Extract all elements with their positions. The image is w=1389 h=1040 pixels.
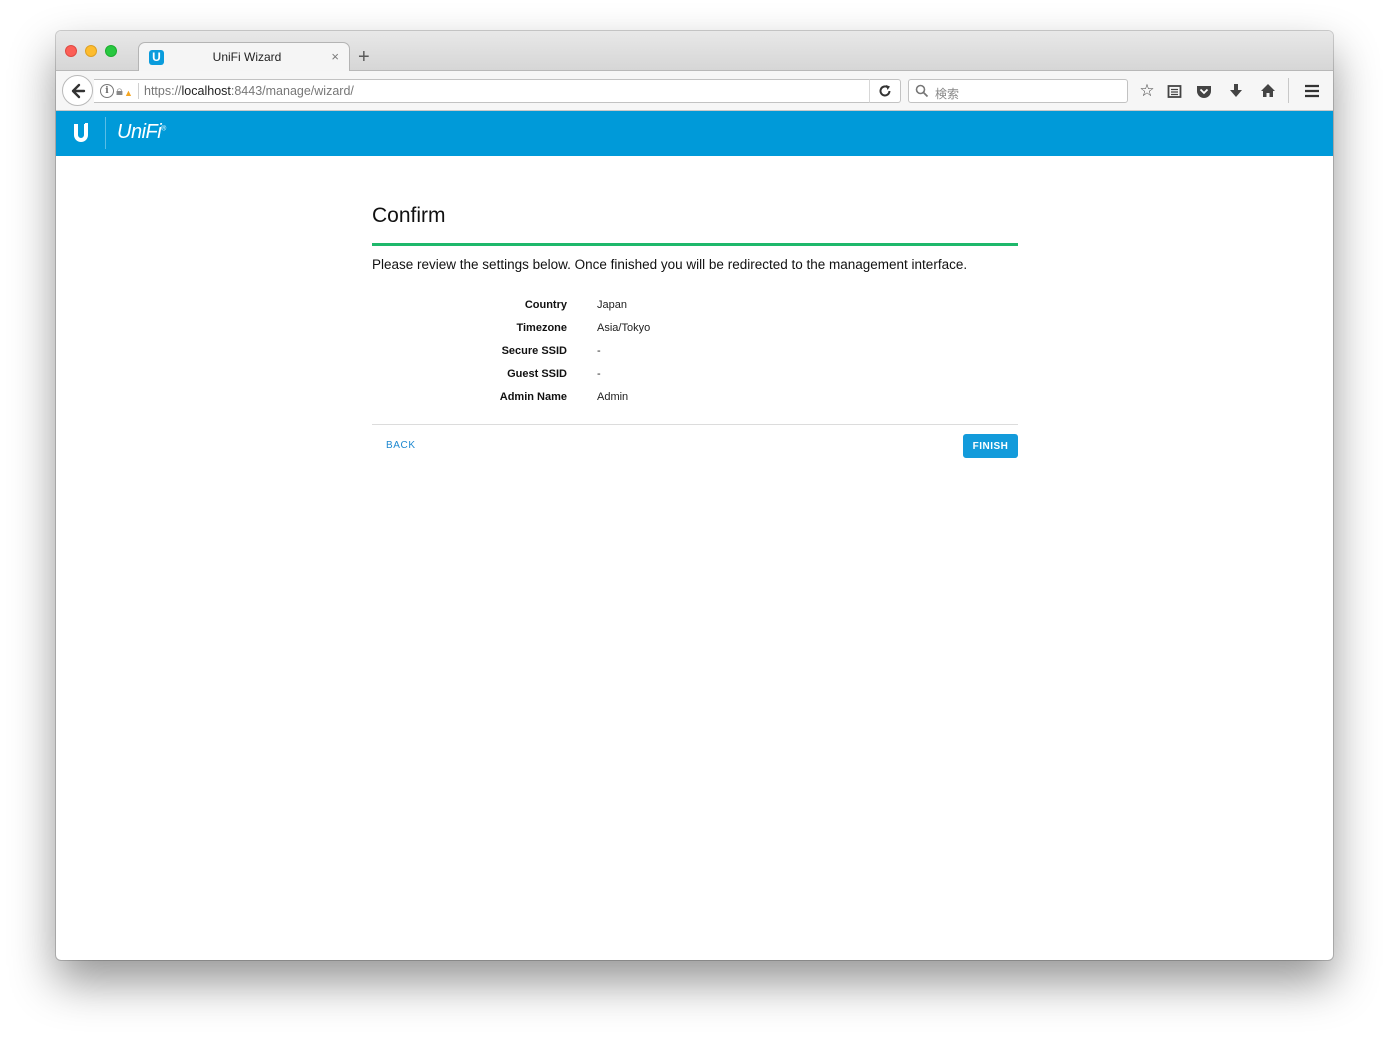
warning-icon: ▲ — [124, 88, 133, 98]
unifi-logo: UniFi® — [117, 121, 166, 144]
ubiquiti-logo-icon — [74, 123, 88, 142]
arrow-left-icon — [71, 83, 85, 99]
setting-label: Guest SSID — [507, 368, 567, 380]
finish-button[interactable]: FINISH — [963, 434, 1018, 458]
setting-label: Country — [524, 299, 567, 311]
navigation-toolbar: i 🔒︎ ▲ https://localhost:8443/manage/wiz… — [56, 71, 1333, 111]
actions-divider — [372, 424, 1018, 425]
window-minimize-button[interactable] — [85, 45, 97, 57]
setting-row-country: Country Japan — [372, 296, 1018, 319]
search-icon — [915, 84, 929, 98]
page-title: Confirm — [372, 204, 446, 227]
site-info-icon[interactable]: i — [100, 84, 114, 98]
setting-row-timezone: Timezone Asia/Tokyo — [372, 319, 1018, 342]
pocket-icon[interactable] — [1193, 80, 1215, 102]
header-separator — [105, 117, 106, 149]
menu-icon[interactable] — [1301, 80, 1323, 102]
setting-label: Timezone — [516, 322, 567, 334]
url-text[interactable]: https://localhost:8443/manage/wizard/ — [144, 84, 354, 98]
back-button[interactable] — [62, 75, 93, 106]
url-divider — [138, 83, 139, 99]
tab-close-icon[interactable]: × — [331, 50, 339, 64]
setting-value: - — [597, 368, 601, 380]
setting-row-guest-ssid: Guest SSID - — [372, 365, 1018, 388]
window-zoom-button[interactable] — [105, 45, 117, 57]
reading-list-icon[interactable] — [1163, 80, 1185, 102]
brand-mark: ® — [161, 125, 166, 133]
url-bar[interactable]: i 🔒︎ ▲ https://localhost:8443/manage/wiz… — [94, 79, 900, 103]
reload-button[interactable] — [869, 79, 901, 103]
window-close-button[interactable] — [65, 45, 77, 57]
search-bar[interactable]: 検索 — [908, 79, 1128, 103]
setting-value: - — [597, 345, 601, 357]
brand-name: UniFi — [117, 121, 162, 143]
toolbar-separator — [1288, 78, 1289, 103]
new-tab-button[interactable]: + — [358, 47, 370, 67]
tab-strip: U UniFi Wizard × + — [56, 31, 1333, 72]
home-icon[interactable] — [1257, 80, 1279, 102]
settings-summary: Country Japan Timezone Asia/Tokyo Secure… — [372, 296, 1018, 411]
unifi-favicon-icon: U — [149, 50, 164, 65]
search-input[interactable]: 検索 — [935, 85, 959, 102]
setting-label: Admin Name — [499, 391, 567, 403]
intro-text: Please review the settings below. Once f… — [372, 257, 968, 272]
setting-value: Admin — [597, 391, 629, 403]
progress-fill — [372, 243, 1018, 246]
tab-unifi-wizard[interactable]: U UniFi Wizard × — [138, 42, 350, 72]
wizard-progress-bar — [372, 243, 1018, 246]
lock-icon[interactable]: 🔒︎ — [116, 83, 123, 99]
tab-title: UniFi Wizard — [212, 50, 282, 64]
back-link[interactable]: BACK — [386, 440, 416, 451]
url-scheme: https:// — [144, 84, 182, 98]
browser-window: U UniFi Wizard × + i 🔒︎ ▲ https://localh… — [56, 31, 1333, 960]
setting-value: Asia/Tokyo — [597, 322, 651, 334]
url-path: :8443/manage/wizard/ — [230, 84, 354, 98]
url-host: localhost — [181, 84, 231, 98]
unifi-header: UniFi® — [56, 111, 1333, 156]
reload-icon — [879, 85, 891, 97]
bookmark-star-icon[interactable]: ☆ — [1136, 80, 1158, 102]
setting-label: Secure SSID — [501, 345, 567, 357]
setting-row-admin-name: Admin Name Admin — [372, 388, 1018, 411]
download-icon[interactable] — [1225, 80, 1247, 102]
setting-value: Japan — [597, 299, 627, 311]
setting-row-secure-ssid: Secure SSID - — [372, 342, 1018, 365]
